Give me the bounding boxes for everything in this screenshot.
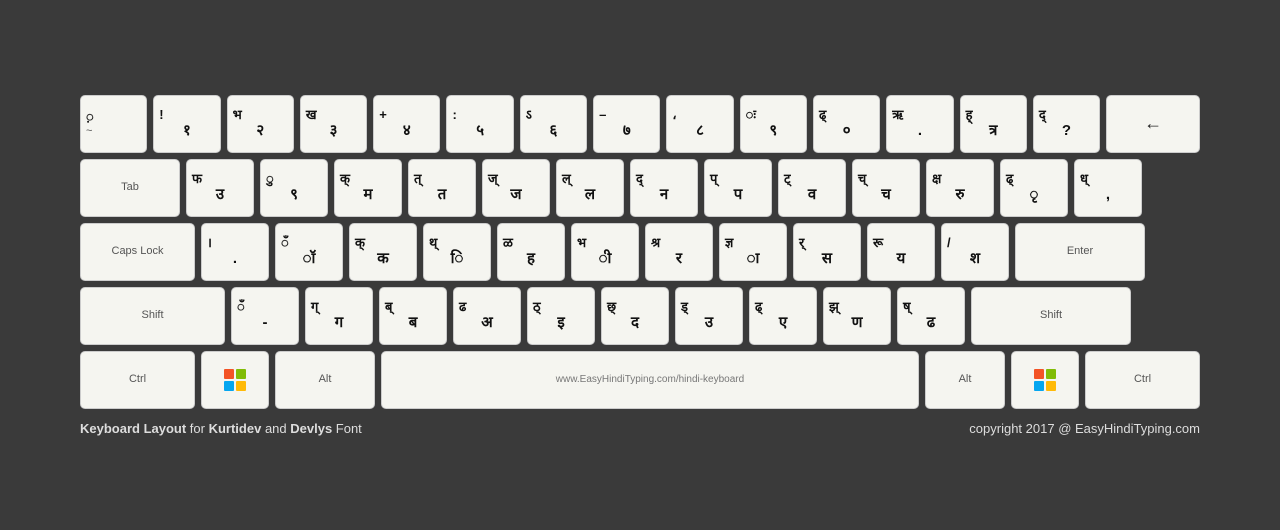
key-comma[interactable]: ढ् ए	[749, 287, 817, 345]
row-3: Caps Lock । . ँ ॉ क् क थ् ि ळ ह भ ी श्र …	[80, 223, 1200, 281]
key-h[interactable]: भ ी	[571, 223, 639, 281]
key-k[interactable]: ज्ञ ा	[719, 223, 787, 281]
key-r[interactable]: त् त	[408, 159, 476, 217]
row-5: Ctrl Alt www.EasyHindiTyping.com/hindi-k…	[80, 351, 1200, 409]
footer: Keyboard Layout for Kurtidev and Devlys …	[80, 415, 1200, 436]
key-win-left[interactable]	[201, 351, 269, 409]
key-minus[interactable]: ऋ .	[886, 95, 953, 153]
key-t[interactable]: ज् ज	[482, 159, 550, 217]
key-l[interactable]: र् स	[793, 223, 861, 281]
key-z[interactable]: ँ -	[231, 287, 299, 345]
key-shift-left[interactable]: Shift	[80, 287, 225, 345]
key-semicolon[interactable]: रू य	[867, 223, 935, 281]
key-y[interactable]: ल् ल	[556, 159, 624, 217]
key-win-right[interactable]	[1011, 351, 1079, 409]
row-2: Tab फ उ ु ९ क् म त् त ज् ज ल् ल द् न	[80, 159, 1200, 217]
windows-icon-right	[1034, 369, 1056, 391]
key-spacebar[interactable]: www.EasyHindiTyping.com/hindi-keyboard	[381, 351, 919, 409]
key-ctrl-right[interactable]: Ctrl	[1085, 351, 1200, 409]
key-shift-right[interactable]: Shift	[971, 287, 1131, 345]
key-p[interactable]: च् च	[852, 159, 920, 217]
key-enter[interactable]: Enter	[1015, 223, 1145, 281]
windows-icon	[224, 369, 246, 391]
key-s[interactable]: ँ ॉ	[275, 223, 343, 281]
key-3[interactable]: ख ३	[300, 95, 367, 153]
key-5[interactable]: : ५	[446, 95, 513, 153]
key-g[interactable]: ळ ह	[497, 223, 565, 281]
key-equal[interactable]: ह् त्र	[960, 95, 1027, 153]
key-7[interactable]: – ७	[593, 95, 660, 153]
key-alt-left[interactable]: Alt	[275, 351, 375, 409]
key-1[interactable]: ! १	[153, 95, 220, 153]
keyboard-container: ़ ~ ! १ भ २ ख ३ + ४ : ५ ऽ ६ – ७	[60, 75, 1220, 456]
key-a[interactable]: । .	[201, 223, 269, 281]
key-j[interactable]: श्र र	[645, 223, 713, 281]
key-n[interactable]: छ् द	[601, 287, 669, 345]
key-bracket-left[interactable]: क्ष रु	[926, 159, 994, 217]
key-tab[interactable]: Tab	[80, 159, 180, 217]
key-bracket-right[interactable]: ढ् ृ	[1000, 159, 1068, 217]
key-quote[interactable]: / श	[941, 223, 1009, 281]
key-slash[interactable]: ष् ढ	[897, 287, 965, 345]
key-d[interactable]: क् क	[349, 223, 417, 281]
key-caps-lock[interactable]: Caps Lock	[80, 223, 195, 281]
row-4: Shift ँ - ग् ग ब् ब ढ अ ठ् इ छ् द ड् उ	[80, 287, 1200, 345]
key-u[interactable]: द् न	[630, 159, 698, 217]
key-b[interactable]: ठ् इ	[527, 287, 595, 345]
key-v[interactable]: ढ अ	[453, 287, 521, 345]
key-i[interactable]: प् प	[704, 159, 772, 217]
key-alt-right[interactable]: Alt	[925, 351, 1005, 409]
key-backspace[interactable]: ←	[1106, 95, 1200, 153]
key-0[interactable]: ढ् ०	[813, 95, 880, 153]
key-f[interactable]: थ् ि	[423, 223, 491, 281]
key-period[interactable]: झ् ण	[823, 287, 891, 345]
key-o[interactable]: ट् व	[778, 159, 846, 217]
footer-title: Keyboard Layout for Kurtidev and Devlys …	[80, 421, 362, 436]
key-backtick[interactable]: ़ ~	[80, 95, 147, 153]
key-q[interactable]: फ उ	[186, 159, 254, 217]
key-2[interactable]: भ २	[227, 95, 294, 153]
key-backslash-top[interactable]: द् ?	[1033, 95, 1100, 153]
key-c[interactable]: ब् ब	[379, 287, 447, 345]
key-e[interactable]: क् म	[334, 159, 402, 217]
footer-copyright: copyright 2017 @ EasyHindiTyping.com	[969, 421, 1200, 436]
row-1: ़ ~ ! १ भ २ ख ३ + ४ : ५ ऽ ६ – ७	[80, 95, 1200, 153]
key-6[interactable]: ऽ ६	[520, 95, 587, 153]
key-m[interactable]: ड् उ	[675, 287, 743, 345]
key-8[interactable]: ، ८	[666, 95, 733, 153]
key-w[interactable]: ु ९	[260, 159, 328, 217]
key-4[interactable]: + ४	[373, 95, 440, 153]
key-backslash[interactable]: ध् ,	[1074, 159, 1142, 217]
key-x[interactable]: ग् ग	[305, 287, 373, 345]
key-ctrl-left[interactable]: Ctrl	[80, 351, 195, 409]
key-9[interactable]: ः ९	[740, 95, 807, 153]
